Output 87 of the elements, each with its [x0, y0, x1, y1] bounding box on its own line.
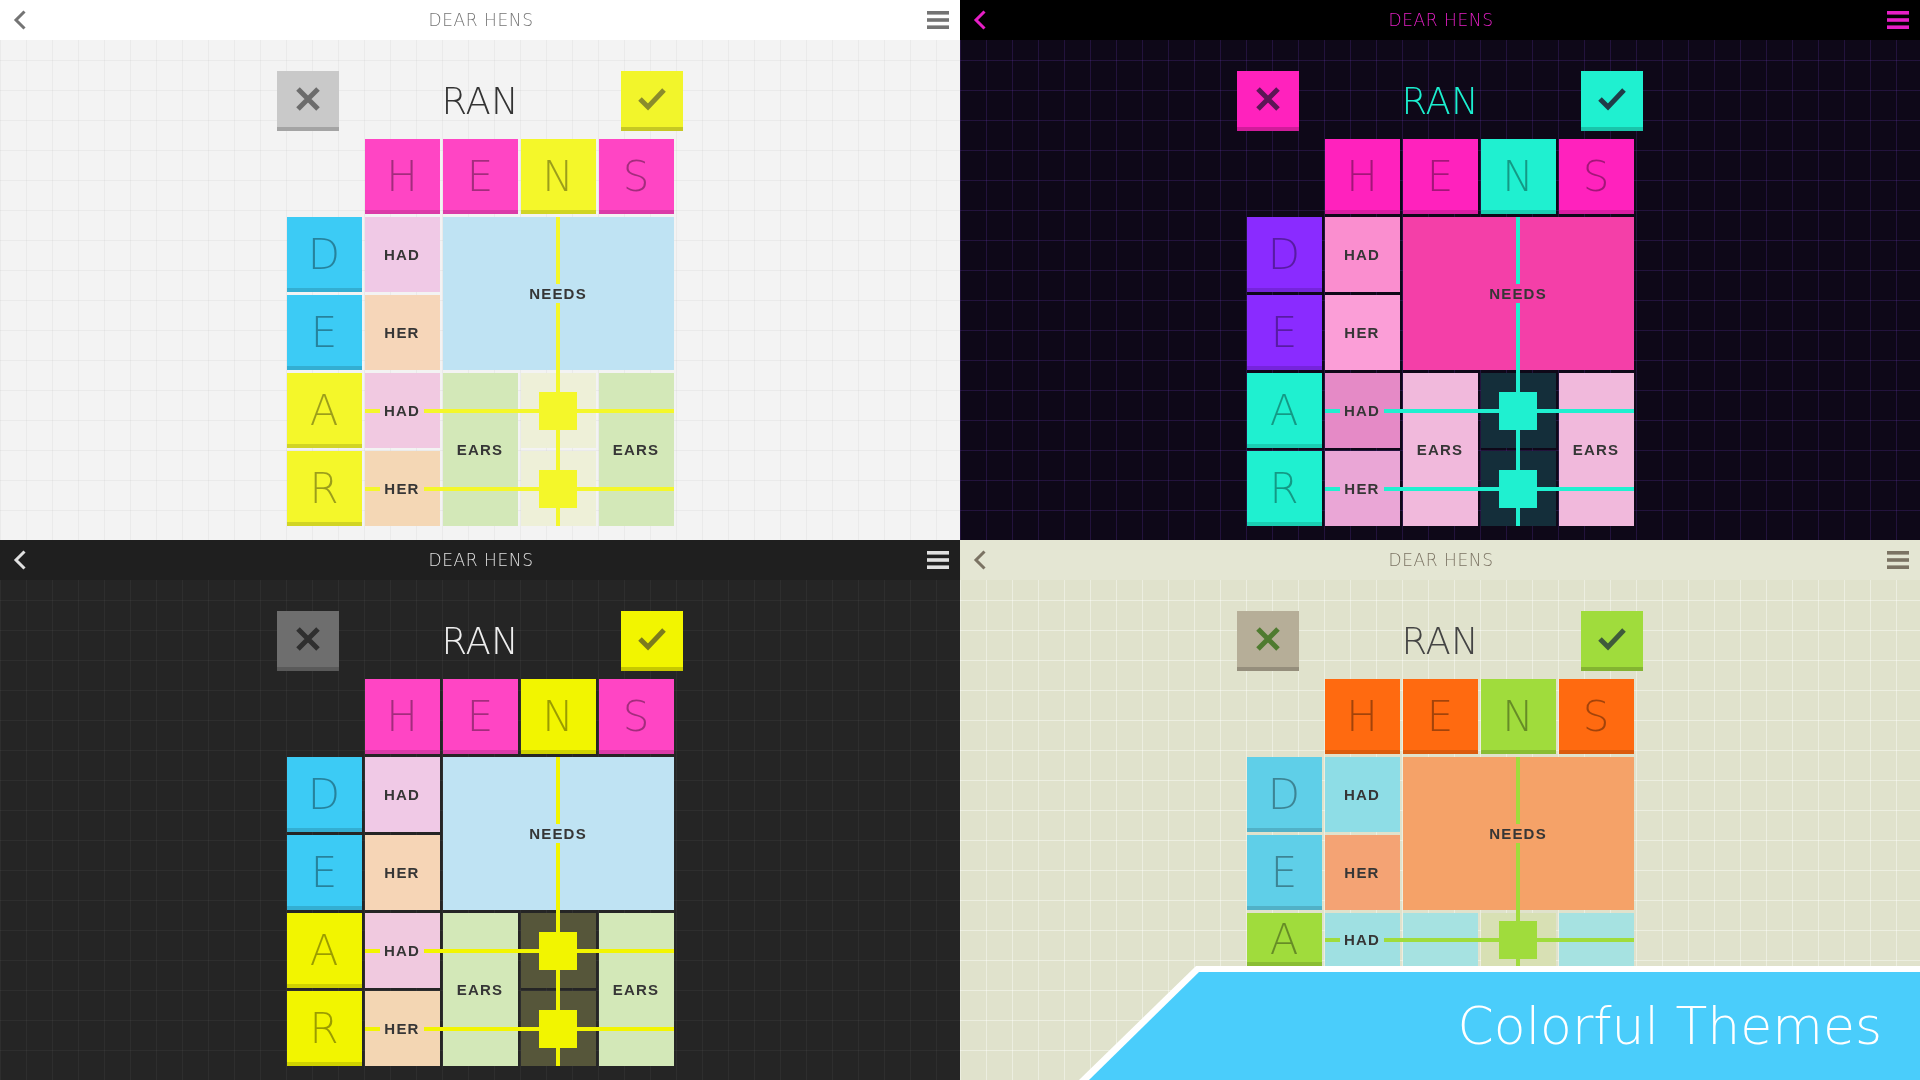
square-marker-icon — [539, 391, 577, 430]
square-marker-icon — [1499, 920, 1537, 959]
letter-tile[interactable]: E — [442, 139, 518, 214]
word-cell: NEEDS — [1402, 217, 1634, 370]
check-icon — [637, 87, 667, 111]
letter-tile[interactable]: A — [1246, 913, 1322, 966]
word-cell: HER — [364, 295, 440, 370]
letter-tile[interactable]: R — [1246, 451, 1322, 526]
x-icon — [295, 86, 321, 112]
word-cell: HER — [364, 835, 440, 910]
letter-tile[interactable]: E — [1246, 295, 1322, 370]
confirm-button[interactable] — [1581, 611, 1643, 671]
word-cell: HAD — [1324, 757, 1400, 832]
letter-tile[interactable]: E — [1402, 139, 1478, 214]
letter-tile[interactable]: E — [286, 835, 362, 910]
word-cell: EARS — [598, 373, 674, 526]
check-icon — [1597, 87, 1627, 111]
square-marker-icon — [539, 931, 577, 970]
cancel-button[interactable] — [277, 71, 339, 131]
banner-caption: Colorful Themes — [1457, 1000, 1882, 1052]
letter-tile[interactable]: D — [286, 757, 362, 832]
word-cell: HER — [1324, 451, 1400, 526]
word-cell: EARS — [1402, 373, 1478, 526]
word-cell: HER — [1324, 295, 1400, 370]
word-cell: HER — [364, 991, 440, 1066]
square-marker-icon — [1499, 391, 1537, 430]
current-word: RAN — [441, 622, 519, 660]
letter-tile[interactable]: D — [1246, 217, 1322, 292]
letter-tile[interactable]: E — [286, 295, 362, 370]
x-icon — [295, 626, 321, 652]
letter-tile[interactable]: A — [286, 373, 362, 448]
x-icon — [1255, 626, 1281, 652]
word-cell: HAD — [364, 373, 440, 448]
current-word: RAN — [1401, 622, 1479, 660]
letter-tile[interactable]: E — [442, 679, 518, 754]
word-cell: EARS — [442, 913, 518, 1066]
letter-tile[interactable]: H — [364, 139, 440, 214]
letter-tile[interactable]: S — [598, 139, 674, 214]
square-marker-icon — [1499, 469, 1537, 508]
letter-tile[interactable]: H — [1324, 679, 1400, 754]
letter-tile[interactable]: R — [286, 451, 362, 526]
screen-title: DEAR HENS — [428, 10, 534, 30]
confirm-button[interactable] — [621, 611, 683, 671]
letter-tile[interactable]: D — [1246, 757, 1322, 832]
letter-tile[interactable]: S — [598, 679, 674, 754]
letter-tile[interactable]: E — [1246, 835, 1322, 910]
menu-icon[interactable] — [927, 551, 949, 569]
letter-tile[interactable]: N — [520, 139, 596, 214]
square-marker-icon — [539, 1009, 577, 1048]
word-cell: HAD — [364, 217, 440, 292]
cancel-button[interactable] — [277, 611, 339, 671]
letter-tile[interactable]: R — [286, 991, 362, 1066]
cancel-button[interactable] — [1237, 71, 1299, 131]
word-cell: EARS — [1558, 373, 1634, 526]
letter-tile[interactable]: H — [364, 679, 440, 754]
word-cell: EARS — [598, 913, 674, 1066]
word-cell: NEEDS — [442, 217, 674, 370]
word-cell: EARS — [442, 373, 518, 526]
current-word: RAN — [441, 82, 519, 120]
word-cell: HER — [1324, 835, 1400, 910]
word-cell: HAD — [1324, 373, 1400, 448]
word-cell: HAD — [1324, 913, 1400, 966]
letter-tile[interactable]: E — [1402, 679, 1478, 754]
letter-tile[interactable]: N — [520, 679, 596, 754]
word-cell: HAD — [364, 913, 440, 988]
letter-tile[interactable]: A — [286, 913, 362, 988]
screen-title: DEAR HENS — [428, 550, 534, 570]
letter-tile[interactable]: S — [1558, 679, 1634, 754]
word-cell: HAD — [1324, 217, 1400, 292]
letter-tile[interactable]: N — [1480, 139, 1556, 214]
check-icon — [1597, 627, 1627, 651]
square-marker-icon — [539, 469, 577, 508]
word-cell: NEEDS — [442, 757, 674, 910]
word-cell: NEEDS — [1402, 757, 1634, 910]
check-icon — [637, 627, 667, 651]
letter-tile[interactable]: H — [1324, 139, 1400, 214]
confirm-button[interactable] — [1581, 71, 1643, 131]
letter-tile[interactable]: S — [1558, 139, 1634, 214]
letter-tile[interactable]: A — [1246, 373, 1322, 448]
word-cell: HER — [364, 451, 440, 526]
letter-tile[interactable]: D — [286, 217, 362, 292]
screen-title: DEAR HENS — [1388, 10, 1494, 30]
letter-tile[interactable]: N — [1480, 679, 1556, 754]
x-icon — [1255, 86, 1281, 112]
screen-title: DEAR HENS — [1388, 550, 1494, 570]
word-cell: HAD — [364, 757, 440, 832]
current-word: RAN — [1401, 82, 1479, 120]
